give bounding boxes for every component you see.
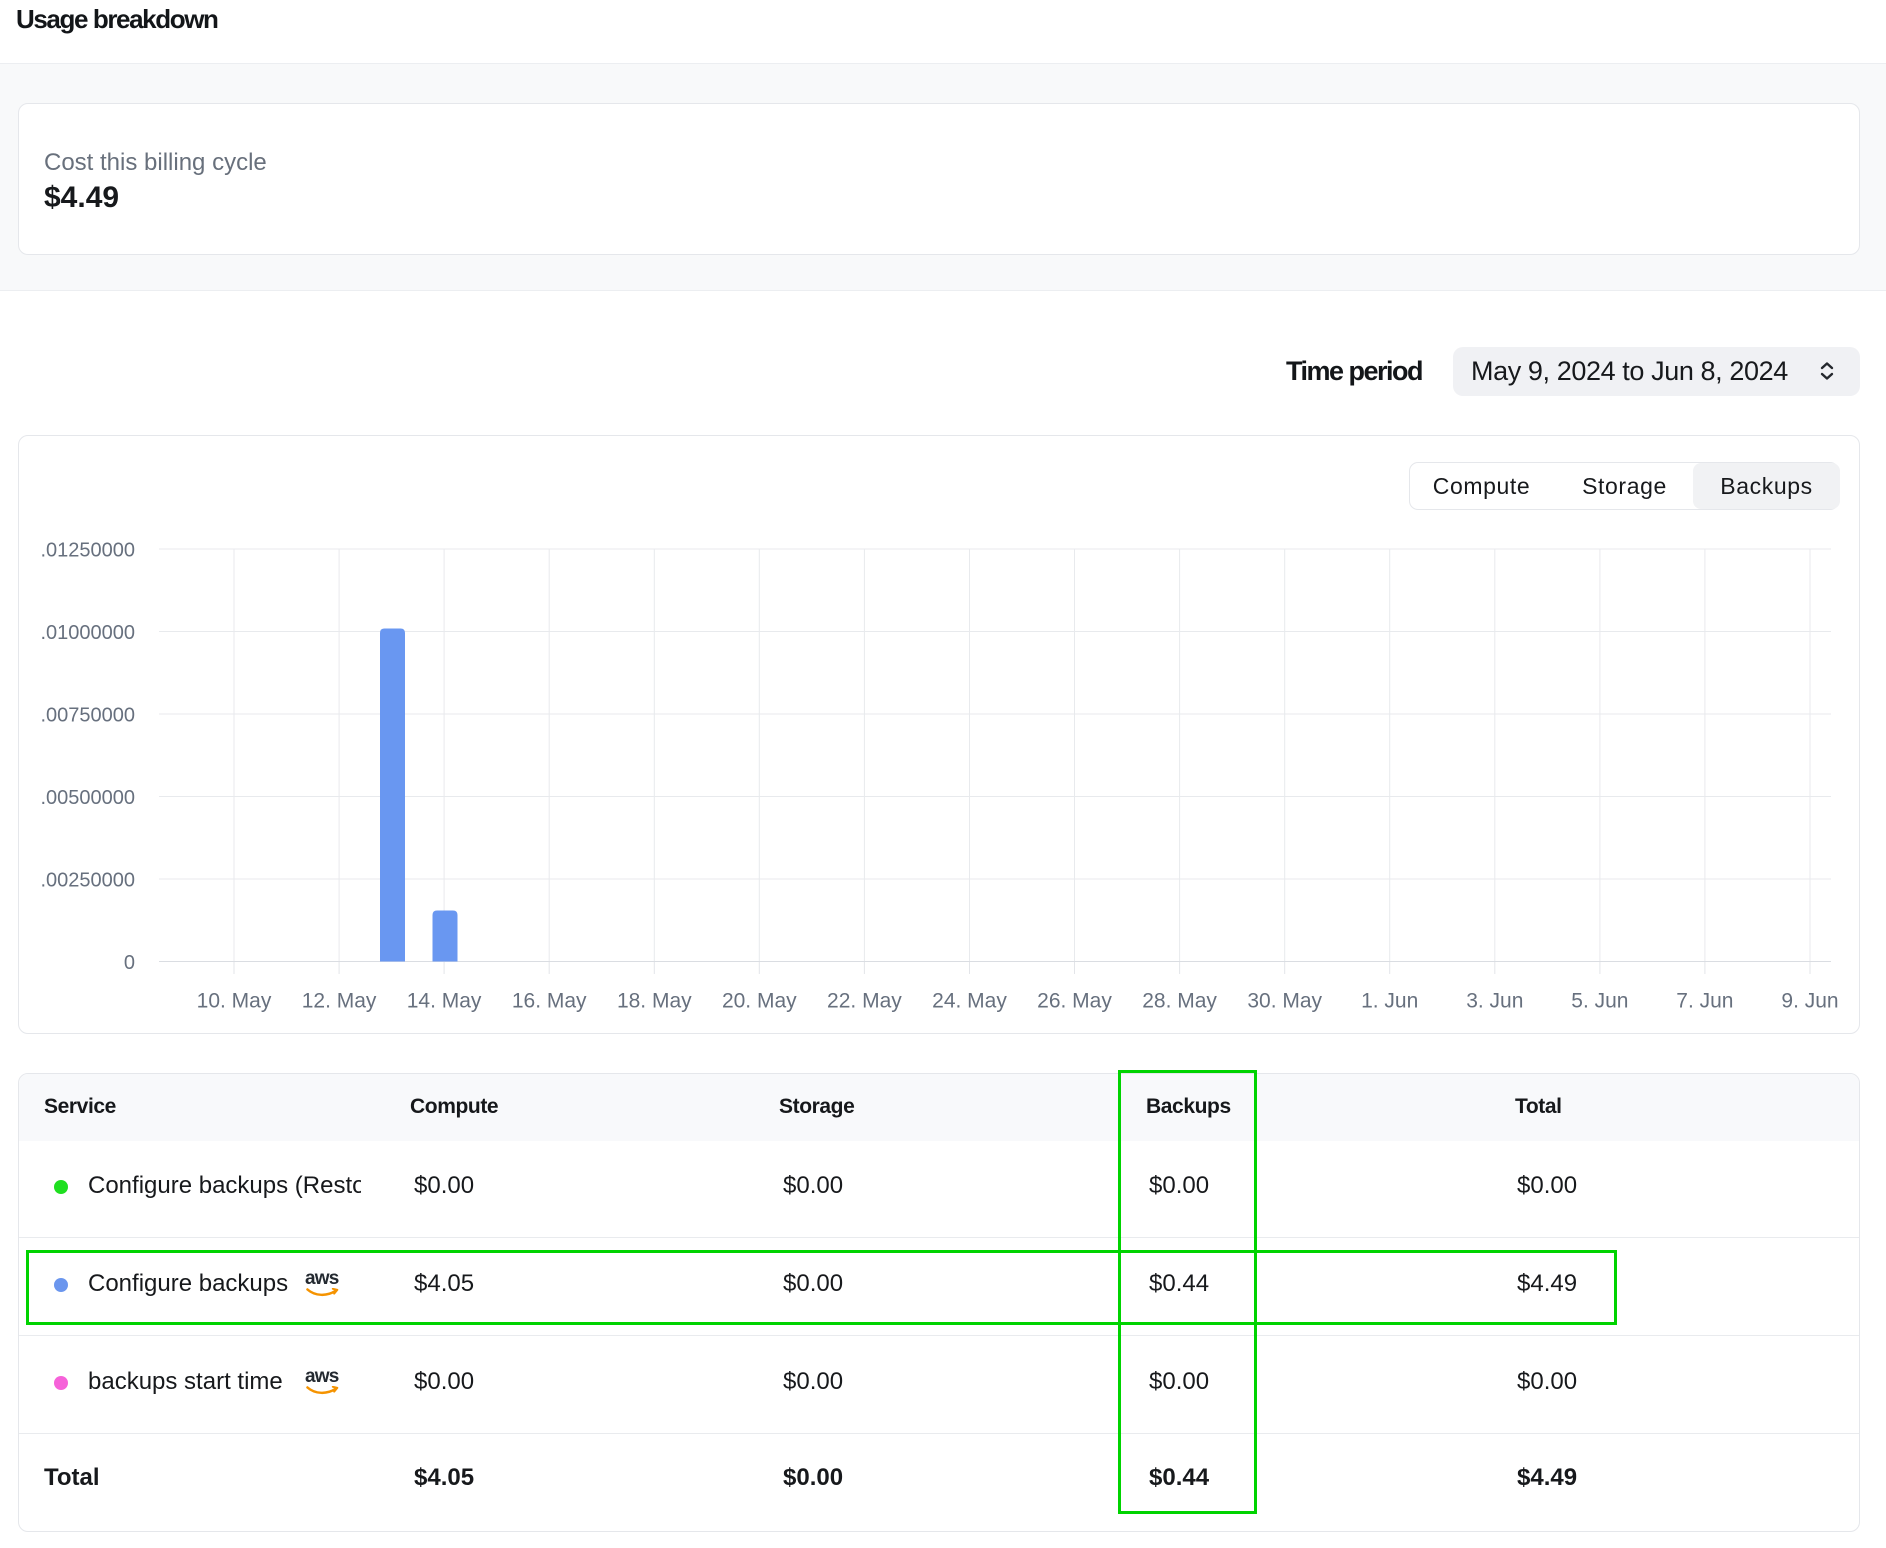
svg-text:26. May: 26. May (1037, 990, 1112, 1013)
svg-text:18. May: 18. May (617, 990, 692, 1013)
svg-text:24. May: 24. May (932, 990, 1007, 1013)
svg-text:22. May: 22. May (827, 990, 902, 1013)
svg-text:3. Jun: 3. Jun (1466, 990, 1523, 1013)
svg-text:28. May: 28. May (1142, 990, 1217, 1013)
svg-text:9. Jun: 9. Jun (1781, 990, 1838, 1013)
svg-text:.00750000: .00750000 (40, 705, 135, 727)
svg-text:0: 0 (124, 952, 135, 974)
svg-text:14. May: 14. May (407, 990, 482, 1013)
svg-text:.01000000: .01000000 (40, 622, 135, 644)
svg-text:12. May: 12. May (302, 990, 377, 1013)
svg-text:.00500000: .00500000 (40, 787, 135, 809)
svg-text:30. May: 30. May (1247, 990, 1322, 1013)
svg-text:7. Jun: 7. Jun (1676, 990, 1733, 1013)
svg-text:5. Jun: 5. Jun (1571, 990, 1628, 1013)
svg-text:20. May: 20. May (722, 990, 797, 1013)
svg-text:.01250000: .01250000 (40, 540, 135, 562)
svg-text:.00250000: .00250000 (40, 870, 135, 892)
svg-text:1. Jun: 1. Jun (1361, 990, 1418, 1013)
svg-text:16. May: 16. May (512, 990, 587, 1013)
svg-text:10. May: 10. May (197, 990, 272, 1013)
